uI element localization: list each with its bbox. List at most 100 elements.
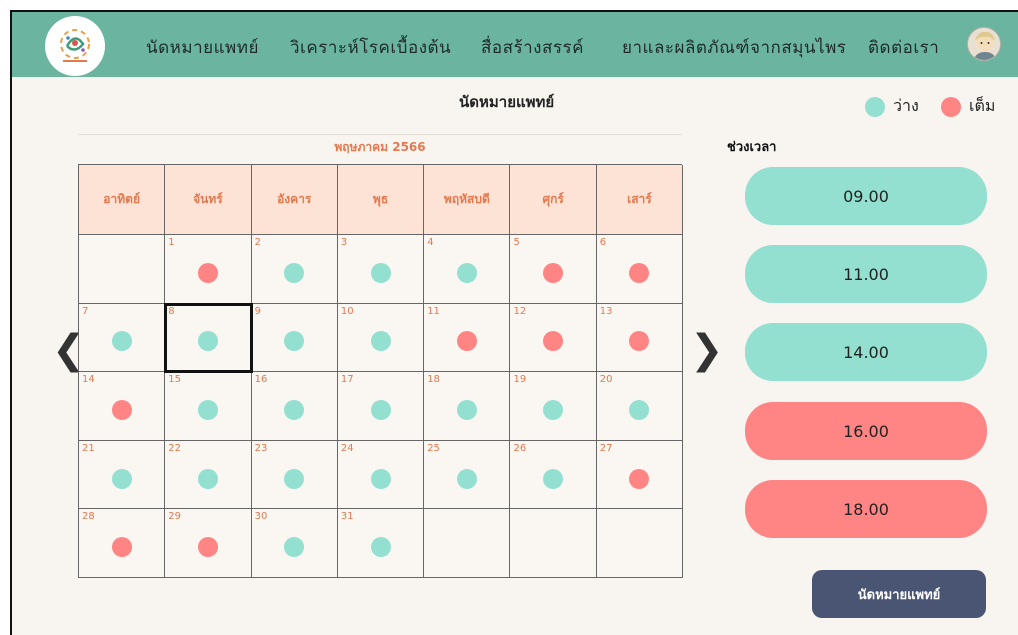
- calendar-day-cell[interactable]: 24: [337, 440, 425, 510]
- calendar-day-cell[interactable]: 27: [596, 440, 684, 510]
- calendar-day-cell[interactable]: 31: [337, 509, 425, 578]
- calendar-day-number: 29: [168, 511, 182, 523]
- calendar-day-cell[interactable]: 12: [510, 303, 597, 373]
- calendar-day-number: 1: [168, 237, 175, 248]
- available-dot-icon: [197, 331, 218, 352]
- available-dot-icon: [370, 262, 391, 283]
- calendar-day-cell[interactable]: 19: [510, 372, 597, 441]
- calendar-day-cell[interactable]: 3: [337, 235, 425, 304]
- calendar-day-number: 9: [254, 305, 261, 317]
- calendar-empty-cell: [79, 235, 166, 304]
- available-dot-icon: [865, 96, 885, 117]
- calendar-day-cell[interactable]: 10: [337, 303, 425, 373]
- user-avatar-icon[interactable]: [967, 27, 1001, 61]
- calendar-day-cell[interactable]: 9: [251, 303, 338, 373]
- calendar-day-number: 2: [254, 237, 261, 248]
- available-dot-icon: [284, 468, 305, 489]
- calendar-day-cell[interactable]: 1: [165, 235, 252, 304]
- calendar: พฤษภาคม 2566 อาทิตย์ จันทร์ อังคาร พุธ พ…: [78, 134, 684, 578]
- available-dot-icon: [370, 537, 391, 558]
- nav-appointment[interactable]: นัดหมายแพทย์: [146, 34, 259, 61]
- available-dot-icon: [370, 331, 391, 352]
- calendar-day-cell[interactable]: 16: [251, 372, 338, 441]
- full-dot-icon: [629, 262, 650, 283]
- calendar-day-number: 22: [168, 442, 182, 454]
- legend-full: เต็ม: [941, 94, 995, 119]
- chevron-right-icon[interactable]: ❯: [690, 330, 724, 370]
- calendar-day-cell[interactable]: 21: [79, 440, 166, 510]
- calendar-day-cell[interactable]: 8: [164, 302, 253, 374]
- calendar-day-number: 25: [427, 442, 440, 454]
- available-dot-icon: [543, 399, 564, 420]
- timeslot-button[interactable]: 16.00: [745, 402, 987, 460]
- legend-available: ว่าง: [865, 94, 919, 119]
- calendar-empty-cell: [424, 509, 511, 578]
- calendar-day-cell[interactable]: 11: [424, 303, 511, 373]
- calendar-day-number: 18: [427, 374, 440, 386]
- weekday-wednesday: พุธ: [337, 165, 425, 235]
- full-dot-icon: [941, 96, 961, 117]
- weekday-sunday: อาทิตย์: [79, 165, 166, 235]
- calendar-day-number: 19: [513, 374, 527, 386]
- calendar-day-cell[interactable]: 22: [165, 440, 252, 510]
- herbal-logo-icon[interactable]: [45, 16, 105, 76]
- legend-available-label: ว่าง: [893, 96, 919, 115]
- calendar-day-number: 13: [599, 305, 613, 317]
- calendar-day-cell[interactable]: 4: [424, 235, 511, 304]
- timeslot-button[interactable]: 18.00: [745, 480, 987, 538]
- full-dot-icon: [111, 399, 132, 420]
- calendar-day-number: 7: [82, 305, 89, 317]
- calendar-day-cell[interactable]: 14: [79, 372, 166, 441]
- calendar-day-cell[interactable]: 2: [251, 235, 338, 304]
- full-dot-icon: [197, 262, 218, 283]
- calendar-day-number: 3: [340, 237, 348, 248]
- calendar-grid: อาทิตย์ จันทร์ อังคาร พุธ พฤหัสบดี ศุกร์…: [78, 164, 684, 578]
- top-navbar: นัดหมายแพทย์ วิเคราะห์โรคเบื้องต้น สื่อส…: [12, 12, 1018, 77]
- calendar-day-cell[interactable]: 13: [596, 303, 684, 373]
- full-dot-icon: [629, 331, 650, 352]
- calendar-day-cell[interactable]: 30: [251, 509, 338, 578]
- calendar-day-cell[interactable]: 25: [424, 440, 511, 510]
- available-dot-icon: [197, 468, 218, 489]
- nav-diagnosis[interactable]: วิเคราะห์โรคเบื้องต้น: [290, 34, 451, 61]
- book-appointment-button[interactable]: นัดหมายแพทย์: [812, 570, 986, 618]
- calendar-day-number: 28: [82, 511, 95, 523]
- calendar-day-cell[interactable]: 15: [165, 372, 252, 441]
- calendar-day-number: 24: [340, 442, 354, 454]
- calendar-day-number: 26: [513, 442, 527, 454]
- nav-contact[interactable]: ติดต่อเรา: [868, 34, 939, 61]
- calendar-day-number: 27: [599, 442, 613, 454]
- full-dot-icon: [629, 468, 650, 489]
- calendar-day-cell[interactable]: 28: [79, 509, 166, 578]
- timeslot-button[interactable]: 14.00: [745, 323, 987, 381]
- weekday-monday: จันทร์: [165, 165, 252, 235]
- available-dot-icon: [370, 468, 391, 489]
- weekday-friday: ศุกร์: [510, 165, 597, 235]
- available-dot-icon: [111, 468, 132, 489]
- timeslot-button[interactable]: 09.00: [745, 167, 987, 225]
- calendar-day-number: 5: [513, 237, 520, 248]
- calendar-day-cell[interactable]: 5: [510, 235, 597, 304]
- calendar-day-cell[interactable]: 23: [251, 440, 338, 510]
- calendar-day-number: 31: [340, 511, 354, 523]
- nav-herbal-products[interactable]: ยาและผลิตภัณฑ์จากสมุนไพร: [622, 34, 846, 61]
- calendar-day-number: 11: [427, 305, 440, 317]
- available-dot-icon: [370, 399, 391, 420]
- calendar-empty-cell: [510, 509, 597, 578]
- available-dot-icon: [111, 331, 132, 352]
- calendar-day-cell[interactable]: 7: [79, 303, 166, 373]
- calendar-day-cell[interactable]: 6: [596, 235, 684, 304]
- calendar-day-number: 17: [340, 374, 354, 386]
- timeslot-button[interactable]: 11.00: [745, 245, 987, 303]
- calendar-day-cell[interactable]: 17: [337, 372, 425, 441]
- calendar-day-cell[interactable]: 18: [424, 372, 511, 441]
- calendar-day-number: 6: [599, 237, 607, 248]
- calendar-day-number: 16: [254, 374, 268, 386]
- calendar-day-cell[interactable]: 26: [510, 440, 597, 510]
- weekday-saturday: เสาร์: [596, 165, 684, 235]
- available-dot-icon: [629, 399, 650, 420]
- nav-creative-media[interactable]: สื่อสร้างสรรค์: [481, 34, 584, 61]
- calendar-day-cell[interactable]: 29: [165, 509, 252, 578]
- full-dot-icon: [197, 537, 218, 558]
- calendar-day-cell[interactable]: 20: [596, 372, 684, 441]
